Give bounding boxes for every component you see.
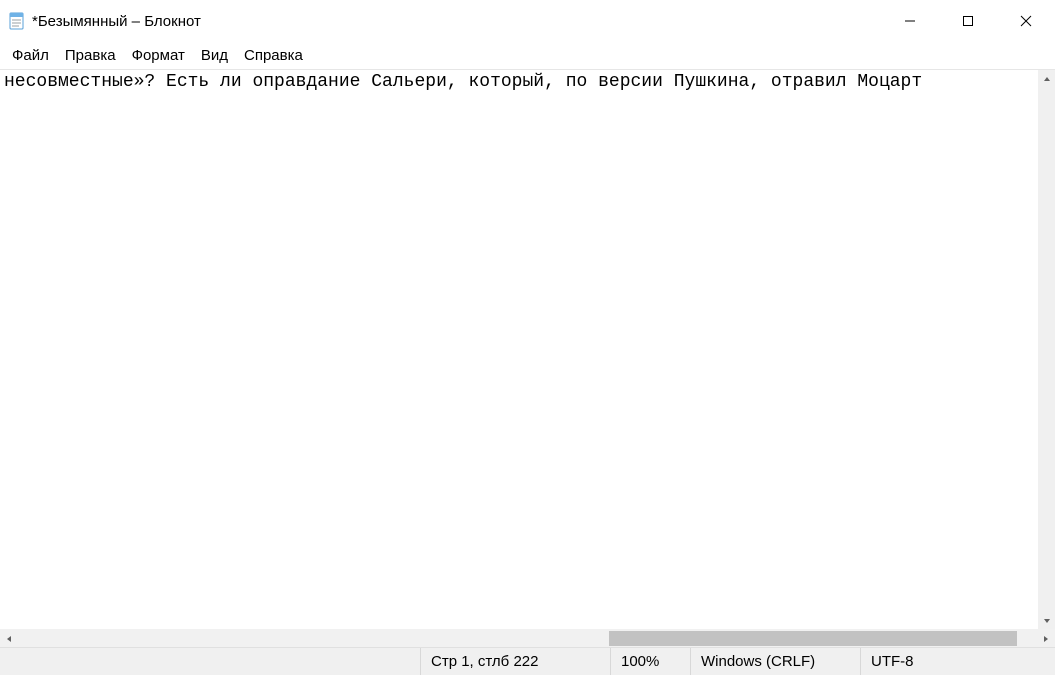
status-encoding: UTF-8: [860, 648, 1055, 675]
close-button[interactable]: [997, 0, 1055, 42]
horizontal-scroll-track[interactable]: [18, 630, 1037, 647]
menu-edit[interactable]: Правка: [57, 45, 124, 66]
chevron-down-icon: [1043, 617, 1051, 625]
editor-content[interactable]: несовместные»? Есть ли оправдание Сальер…: [0, 70, 1055, 93]
maximize-icon: [962, 15, 974, 27]
maximize-button[interactable]: [939, 0, 997, 42]
chevron-right-icon: [1042, 635, 1050, 643]
notepad-window: *Безымянный – Блокнот Файл Правка Формат…: [0, 0, 1055, 675]
notepad-app-icon: [8, 12, 26, 30]
menubar: Файл Правка Формат Вид Справка: [0, 42, 1055, 70]
menu-view[interactable]: Вид: [193, 45, 236, 66]
vertical-scroll-track[interactable]: [1039, 87, 1055, 612]
status-line-endings: Windows (CRLF): [690, 648, 860, 675]
horizontal-scrollbar[interactable]: [0, 629, 1055, 647]
status-empty: [0, 648, 420, 675]
menu-format[interactable]: Формат: [124, 45, 193, 66]
text-editor[interactable]: несовместные»? Есть ли оправдание Сальер…: [0, 70, 1055, 629]
close-icon: [1020, 15, 1032, 27]
titlebar[interactable]: *Безымянный – Блокнот: [0, 0, 1055, 42]
status-cursor-position: Стр 1, стлб 222: [420, 648, 610, 675]
window-title: *Безымянный – Блокнот: [32, 13, 201, 30]
scroll-left-button[interactable]: [0, 630, 18, 647]
chevron-up-icon: [1043, 75, 1051, 83]
minimize-button[interactable]: [881, 0, 939, 42]
chevron-left-icon: [5, 635, 13, 643]
horizontal-scroll-thumb[interactable]: [609, 631, 1017, 646]
scroll-right-button[interactable]: [1037, 630, 1055, 647]
menu-help[interactable]: Справка: [236, 45, 311, 66]
minimize-icon: [904, 15, 916, 27]
scroll-up-button[interactable]: [1039, 70, 1055, 87]
menu-file[interactable]: Файл: [4, 45, 57, 66]
scroll-down-button[interactable]: [1039, 612, 1055, 629]
editor-area: несовместные»? Есть ли оправдание Сальер…: [0, 70, 1055, 647]
status-zoom: 100%: [610, 648, 690, 675]
vertical-scrollbar[interactable]: [1038, 70, 1055, 629]
statusbar: Стр 1, стлб 222 100% Windows (CRLF) UTF-…: [0, 647, 1055, 675]
